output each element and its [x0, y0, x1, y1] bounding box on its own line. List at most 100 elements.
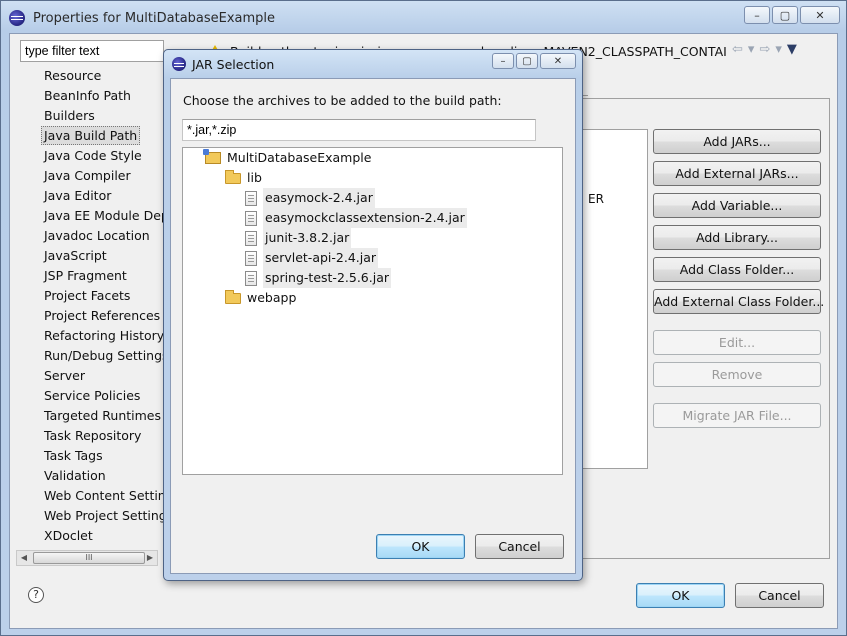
nav-item[interactable]: Project Facets — [16, 286, 167, 306]
help-icon[interactable]: ? — [28, 587, 44, 603]
nav-item-label: Java Compiler — [44, 168, 131, 183]
add-library-button[interactable]: Add Library... — [653, 225, 821, 250]
tree-item-label: webapp — [247, 290, 297, 305]
dialog-ok-button[interactable]: OK — [376, 534, 465, 559]
tree-item-jar[interactable]: easymockclassextension-2.4.jar — [245, 208, 467, 228]
ok-button[interactable]: OK — [636, 583, 725, 608]
nav-item-label: Project Facets — [44, 288, 131, 303]
edit-button[interactable]: Edit... — [653, 330, 821, 355]
tree-item-webapp[interactable]: webapp — [225, 288, 296, 308]
nav-item-label: Project References — [44, 308, 161, 323]
add-class-folder-button[interactable]: Add Class Folder... — [653, 257, 821, 282]
dialog-minimize-button[interactable]: – — [492, 53, 514, 69]
window-caption-buttons: – ▢ ✕ — [742, 6, 840, 24]
dialog-title: JAR Selection — [192, 56, 275, 72]
nav-item[interactable]: JSP Fragment — [16, 266, 167, 286]
filter-input[interactable] — [20, 40, 164, 62]
tree-item-jar[interactable]: spring-test-2.5.6.jar — [245, 268, 391, 288]
nav-item-label: Java Build Path — [41, 126, 141, 145]
nav-item-label: JSP Fragment — [44, 268, 127, 283]
tree-item-jar[interactable]: easymock-2.4.jar — [245, 188, 375, 208]
libraries-tree[interactable] — [576, 129, 648, 469]
nav-item-label: Web Project Settings — [44, 508, 167, 523]
nav-item[interactable]: Java EE Module Dep — [16, 206, 167, 226]
nav-item[interactable]: Web Project Settings — [16, 506, 167, 526]
tree-item-jar[interactable]: servlet-api-2.4.jar — [245, 248, 379, 268]
nav-item-label: Java EE Module Dep — [44, 208, 167, 223]
nav-item[interactable]: Service Policies — [16, 386, 167, 406]
nav-item-label: JavaScript — [44, 248, 107, 263]
cancel-button[interactable]: Cancel — [735, 583, 824, 608]
nav-item[interactable]: Resource — [16, 66, 167, 86]
nav-item[interactable]: XDoclet — [16, 526, 167, 546]
tree-item-label: lib — [247, 170, 262, 185]
forward-arrow-icon[interactable]: ⇨ — [759, 42, 770, 57]
tree-item-label: spring-test-2.5.6.jar — [263, 268, 391, 288]
property-page-list: Resource BeanInfo Path Builders Java Build … — [16, 66, 167, 552]
maximize-button[interactable]: ▢ — [772, 6, 798, 24]
add-variable-button[interactable]: Add Variable... — [653, 193, 821, 218]
page-nav-arrows: ⇦ ▾ ⇨ ▾ ▼ — [732, 42, 797, 57]
nav-horizontal-scrollbar[interactable]: ◀ III ▶ — [16, 550, 158, 566]
add-jars-button[interactable]: Add JARs... — [653, 129, 821, 154]
eclipse-icon — [172, 57, 186, 71]
minimize-button[interactable]: – — [744, 6, 770, 24]
forward-dropdown-icon[interactable]: ▾ — [775, 42, 782, 57]
nav-item[interactable]: Refactoring History — [16, 326, 167, 346]
nav-item[interactable]: Run/Debug Settings — [16, 346, 167, 366]
jar-file-icon — [245, 210, 257, 226]
nav-item[interactable]: Validation — [16, 466, 167, 486]
nav-item-label: Refactoring History — [44, 328, 165, 343]
scroll-left-icon[interactable]: ◀ — [17, 551, 31, 565]
jar-file-icon — [245, 230, 257, 246]
dialog-client-area: Choose the archives to be added to the b… — [170, 78, 576, 574]
nav-item[interactable]: Java Build Path — [16, 126, 167, 146]
dialog-caption-buttons: – ▢ ✕ — [490, 53, 576, 69]
close-button[interactable]: ✕ — [800, 6, 840, 24]
jar-file-icon — [245, 250, 257, 266]
window-titlebar: Properties for MultiDatabaseExample — [9, 7, 275, 29]
tree-item-jar[interactable]: junit-3.8.2.jar — [245, 228, 352, 248]
scroll-thumb[interactable]: III — [33, 552, 145, 564]
nav-item-label: Run/Debug Settings — [44, 348, 167, 363]
nav-item[interactable]: Java Code Style — [16, 146, 167, 166]
jar-file-icon — [245, 270, 257, 286]
nav-item[interactable]: Task Repository — [16, 426, 167, 446]
dialog-cancel-button[interactable]: Cancel — [475, 534, 564, 559]
nav-item-label: Validation — [44, 468, 106, 483]
tree-item-project[interactable]: MultiDatabaseExample — [203, 148, 371, 168]
migrate-jar-button[interactable]: Migrate JAR File... — [653, 403, 821, 428]
add-external-class-folder-button[interactable]: Add External Class Folder... — [653, 289, 824, 314]
archive-filter-input[interactable] — [182, 119, 536, 141]
dialog-close-button[interactable]: ✕ — [540, 53, 576, 69]
tree-item-lib[interactable]: lib — [225, 168, 262, 188]
back-arrow-icon[interactable]: ⇦ — [732, 42, 743, 57]
nav-item[interactable]: Builders — [16, 106, 167, 126]
nav-item[interactable]: Java Compiler — [16, 166, 167, 186]
remove-button[interactable]: Remove — [653, 362, 821, 387]
nav-item[interactable]: Targeted Runtimes — [16, 406, 167, 426]
folder-open-icon — [225, 169, 241, 184]
dialog-prompt: Choose the archives to be added to the b… — [183, 93, 502, 108]
nav-item[interactable]: Java Editor — [16, 186, 167, 206]
nav-item[interactable]: Server — [16, 366, 167, 386]
nav-item[interactable]: BeanInfo Path — [16, 86, 167, 106]
nav-item[interactable]: Task Tags — [16, 446, 167, 466]
back-dropdown-icon[interactable]: ▾ — [748, 42, 755, 57]
archive-tree[interactable]: MultiDatabaseExample lib easymock-2.4.ja… — [182, 147, 563, 475]
nav-item-label: Targeted Runtimes — [44, 408, 161, 423]
add-external-jars-button[interactable]: Add External JARs... — [653, 161, 821, 186]
window-title: Properties for MultiDatabaseExample — [33, 10, 276, 26]
nav-item[interactable]: JavaScript — [16, 246, 167, 266]
nav-item[interactable]: Project References — [16, 306, 167, 326]
folder-icon — [225, 289, 241, 304]
dialog-titlebar: JAR Selection — [172, 54, 274, 74]
scroll-right-icon[interactable]: ▶ — [143, 551, 157, 565]
dialog-maximize-button[interactable]: ▢ — [516, 53, 538, 69]
truncated-entry-text: ER — [588, 192, 604, 206]
nav-item[interactable]: Javadoc Location — [16, 226, 167, 246]
nav-item-label: Resource — [44, 68, 102, 83]
nav-item[interactable]: Web Content Setting — [16, 486, 167, 506]
nav-item-label: Java Editor — [44, 188, 112, 203]
view-menu-icon[interactable]: ▼ — [787, 42, 797, 57]
